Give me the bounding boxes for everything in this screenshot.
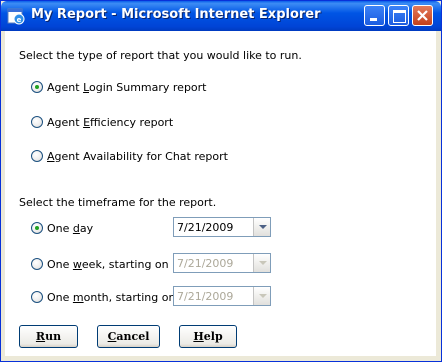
availability-chat-radio[interactable] <box>31 150 43 162</box>
login-summary-radio[interactable] <box>31 81 43 93</box>
cancel-button[interactable]: Cancel <box>97 325 160 348</box>
one-month-radio[interactable] <box>31 291 43 303</box>
one-week-radio[interactable] <box>31 258 43 270</box>
close-button[interactable] <box>412 5 433 26</box>
maximize-icon <box>393 10 406 23</box>
minimize-button[interactable] <box>364 5 385 26</box>
minimize-icon <box>370 18 377 21</box>
one-week-date-value: 7/21/2009 <box>177 257 234 270</box>
one-month-label[interactable]: One month, starting on <box>47 291 175 304</box>
report-type-prompt: Select the type of report that you would… <box>19 49 302 62</box>
maximize-button[interactable] <box>388 5 409 26</box>
dialog-content: Select the type of report that you would… <box>5 31 436 356</box>
one-day-radio[interactable] <box>31 222 43 234</box>
selected-dot-icon <box>35 85 39 89</box>
svg-text:e: e <box>17 16 22 24</box>
one-week-date-picker: 7/21/2009 <box>173 253 271 273</box>
availability-chat-label[interactable]: Agent Availability for Chat report <box>47 150 228 163</box>
internet-explorer-icon: e <box>7 8 25 25</box>
one-day-label[interactable]: One day <box>47 222 93 235</box>
one-day-dropdown-button[interactable] <box>253 218 270 236</box>
report-window: e My Report - Microsoft Internet Explore… <box>0 0 442 362</box>
one-week-label[interactable]: One week, starting on <box>47 258 169 271</box>
one-month-dropdown-button <box>253 287 270 305</box>
efficiency-radio[interactable] <box>31 116 43 128</box>
one-month-date-value: 7/21/2009 <box>177 290 234 303</box>
close-icon <box>417 10 428 21</box>
window-title: My Report - Microsoft Internet Explorer <box>31 7 321 22</box>
run-button[interactable]: Run <box>19 325 78 348</box>
chevron-down-icon <box>259 261 267 265</box>
login-summary-label[interactable]: Agent Login Summary report <box>47 81 207 94</box>
efficiency-label[interactable]: Agent Efficiency report <box>47 116 173 129</box>
one-day-date-value[interactable]: 7/21/2009 <box>177 221 233 234</box>
one-day-date-picker[interactable]: 7/21/2009 <box>173 217 271 237</box>
one-week-dropdown-button <box>253 254 270 272</box>
chevron-down-icon <box>259 294 267 298</box>
one-month-date-picker: 7/21/2009 <box>173 286 271 306</box>
title-bar[interactable]: e My Report - Microsoft Internet Explore… <box>1 1 441 31</box>
selected-dot-icon <box>35 226 39 230</box>
chevron-down-icon <box>259 225 267 229</box>
help-button[interactable]: Help <box>179 325 237 348</box>
timeframe-prompt: Select the timeframe for the report. <box>19 196 217 209</box>
